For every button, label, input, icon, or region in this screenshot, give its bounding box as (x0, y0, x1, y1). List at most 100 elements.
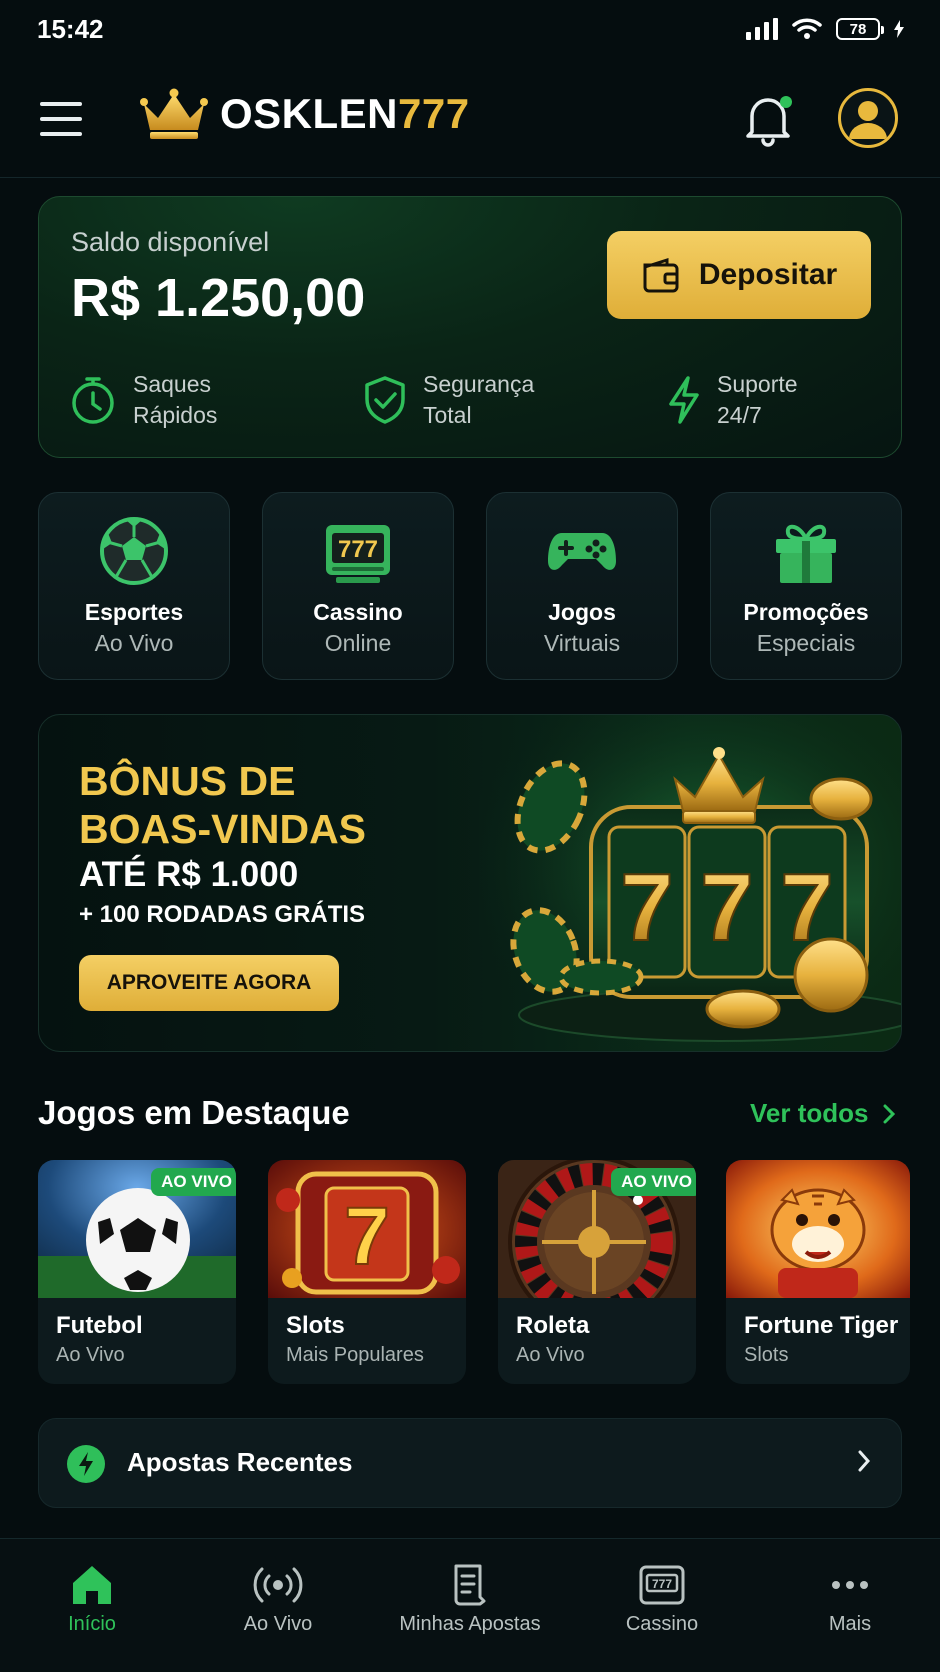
nav-home[interactable]: Início (12, 1563, 172, 1636)
slot-machine-illustration: 7 7 7 (479, 715, 901, 1051)
game-thumbnail: 7 (268, 1160, 466, 1298)
lightning-icon (669, 376, 699, 424)
feature-security: Segurança Total (363, 369, 534, 431)
app-header: OSKLEN777 (0, 70, 940, 178)
chevron-right-icon (883, 1104, 896, 1123)
banner-amount: ATÉ R$ 1.000 (79, 855, 299, 894)
user-avatar-icon[interactable] (838, 88, 898, 148)
game-name: Roleta (516, 1312, 590, 1339)
welcome-bonus-banner[interactable]: BÔNUS DE BOAS-VINDAS ATÉ R$ 1.000 + 100 … (38, 714, 902, 1052)
nav-more[interactable]: Mais (770, 1563, 930, 1636)
brand-accent: 777 (398, 90, 470, 137)
brand-logo[interactable]: OSKLEN777 (140, 88, 470, 140)
slot-machine-icon: 777 (639, 1565, 685, 1605)
game-subtitle: Ao Vivo (516, 1344, 585, 1366)
category-title: Jogos (548, 599, 616, 625)
soccer-ball-icon (100, 517, 168, 585)
charging-icon (894, 20, 904, 38)
brand-name: OSKLEN777 (220, 90, 470, 138)
banner-title: BÔNUS DE BOAS-VINDAS (79, 757, 366, 853)
game-card-roleta[interactable]: AO VIVO Roleta Ao Vivo (498, 1160, 696, 1384)
lightning-badge-icon (67, 1445, 105, 1483)
featured-section-title: Jogos em Destaque (38, 1094, 350, 1131)
gift-icon (776, 524, 836, 583)
game-card-slots[interactable]: 7 Slots Mais Populares (268, 1160, 466, 1384)
bottom-navigation: Início Ao Vivo Minhas Apostas 777 Cassin… (0, 1538, 940, 1672)
feature-line2: Total (423, 402, 472, 428)
battery-icon: 78 (836, 18, 884, 40)
home-icon (73, 1566, 111, 1604)
chevron-right-icon (858, 1450, 871, 1472)
category-title: Promoções (743, 599, 869, 625)
deposit-button[interactable]: Depositar (607, 231, 871, 319)
category-virtual-games[interactable]: Jogos Virtuais (486, 492, 678, 680)
game-thumbnail (726, 1160, 910, 1298)
game-card-fortune-tiger[interactable]: Fortune Tiger Slots (726, 1160, 910, 1384)
banner-title-line1: BÔNUS DE (79, 758, 296, 804)
live-badge: AO VIVO (611, 1168, 696, 1196)
category-subtitle: Ao Vivo (94, 630, 174, 656)
game-name: Fortune Tiger (744, 1312, 899, 1339)
status-time: 15:42 (37, 14, 104, 44)
reel-symbol: 7 (700, 854, 753, 961)
category-casino[interactable]: 777 Cassino Online (262, 492, 454, 680)
feature-line1: Suporte (717, 371, 798, 397)
feature-line2: 24/7 (717, 402, 762, 428)
battery-level: 78 (849, 20, 867, 38)
nav-label: Cassino (625, 1613, 699, 1635)
nav-label: Início (68, 1613, 116, 1635)
deposit-label: Depositar (698, 258, 838, 291)
svg-text:777: 777 (652, 1577, 672, 1591)
banner-title-line2: BOAS-VINDAS (79, 806, 367, 852)
see-all-link[interactable]: Ver todos (750, 1098, 896, 1129)
slots-image: 7 (268, 1160, 466, 1298)
notification-bell-icon[interactable] (742, 90, 796, 148)
claim-bonus-button[interactable]: APROVEITE AGORA (79, 955, 339, 1011)
more-dots-icon (832, 1581, 868, 1589)
svg-text:7: 7 (344, 1191, 390, 1282)
ticket-icon (454, 1564, 486, 1606)
game-subtitle: Mais Populares (286, 1344, 424, 1366)
game-subtitle: Slots (744, 1344, 789, 1366)
category-subtitle: Online (324, 630, 392, 656)
wifi-icon (792, 18, 822, 39)
game-name: Slots (286, 1312, 345, 1339)
status-icons: 78 (746, 18, 904, 40)
hamburger-menu-icon[interactable] (40, 102, 82, 136)
nav-label: Minhas Apostas (399, 1613, 541, 1635)
crown-icon (140, 88, 208, 139)
gamepad-icon (548, 533, 616, 570)
game-thumbnail: AO VIVO (38, 1160, 236, 1298)
nav-label: Mais (828, 1613, 872, 1635)
category-title: Cassino (313, 599, 403, 625)
slot-machine-icon: 777 (326, 525, 390, 583)
nav-casino[interactable]: 777 Cassino (582, 1563, 742, 1636)
nav-label: Ao Vivo (243, 1613, 313, 1635)
category-subtitle: Virtuais (543, 630, 621, 656)
feature-line2: Rápidos (133, 402, 218, 428)
balance-label: Saldo disponível (71, 227, 270, 257)
wallet-icon (643, 257, 679, 293)
fortune-tiger-image (726, 1160, 910, 1298)
recent-bets-row[interactable]: Apostas Recentes (38, 1418, 902, 1508)
svg-text:777: 777 (338, 536, 378, 563)
feature-line1: Segurança (423, 371, 535, 397)
feature-fast-withdrawals: Saques Rápidos (69, 369, 217, 431)
balance-value: R$ 1.250,00 (71, 268, 366, 328)
stopwatch-icon (72, 377, 114, 424)
game-card-futebol[interactable]: AO VIVO Futebol Ao Vivo (38, 1160, 236, 1384)
nav-my-bets[interactable]: Minhas Apostas (390, 1563, 550, 1636)
game-thumbnail: AO VIVO (498, 1160, 696, 1298)
category-subtitle: Especiais (756, 630, 856, 656)
nav-live[interactable]: Ao Vivo (198, 1563, 358, 1636)
shield-check-icon (365, 376, 405, 424)
feature-line1: Saques (133, 371, 212, 397)
category-promotions[interactable]: Promoções Especiais (710, 492, 902, 680)
game-name: Futebol (56, 1312, 143, 1339)
brand-main: OSKLEN (220, 90, 399, 137)
game-subtitle: Ao Vivo (56, 1344, 125, 1366)
category-title: Esportes (84, 599, 184, 625)
broadcast-icon (253, 1567, 303, 1603)
category-sports[interactable]: Esportes Ao Vivo (38, 492, 230, 680)
live-badge: AO VIVO (151, 1168, 236, 1196)
